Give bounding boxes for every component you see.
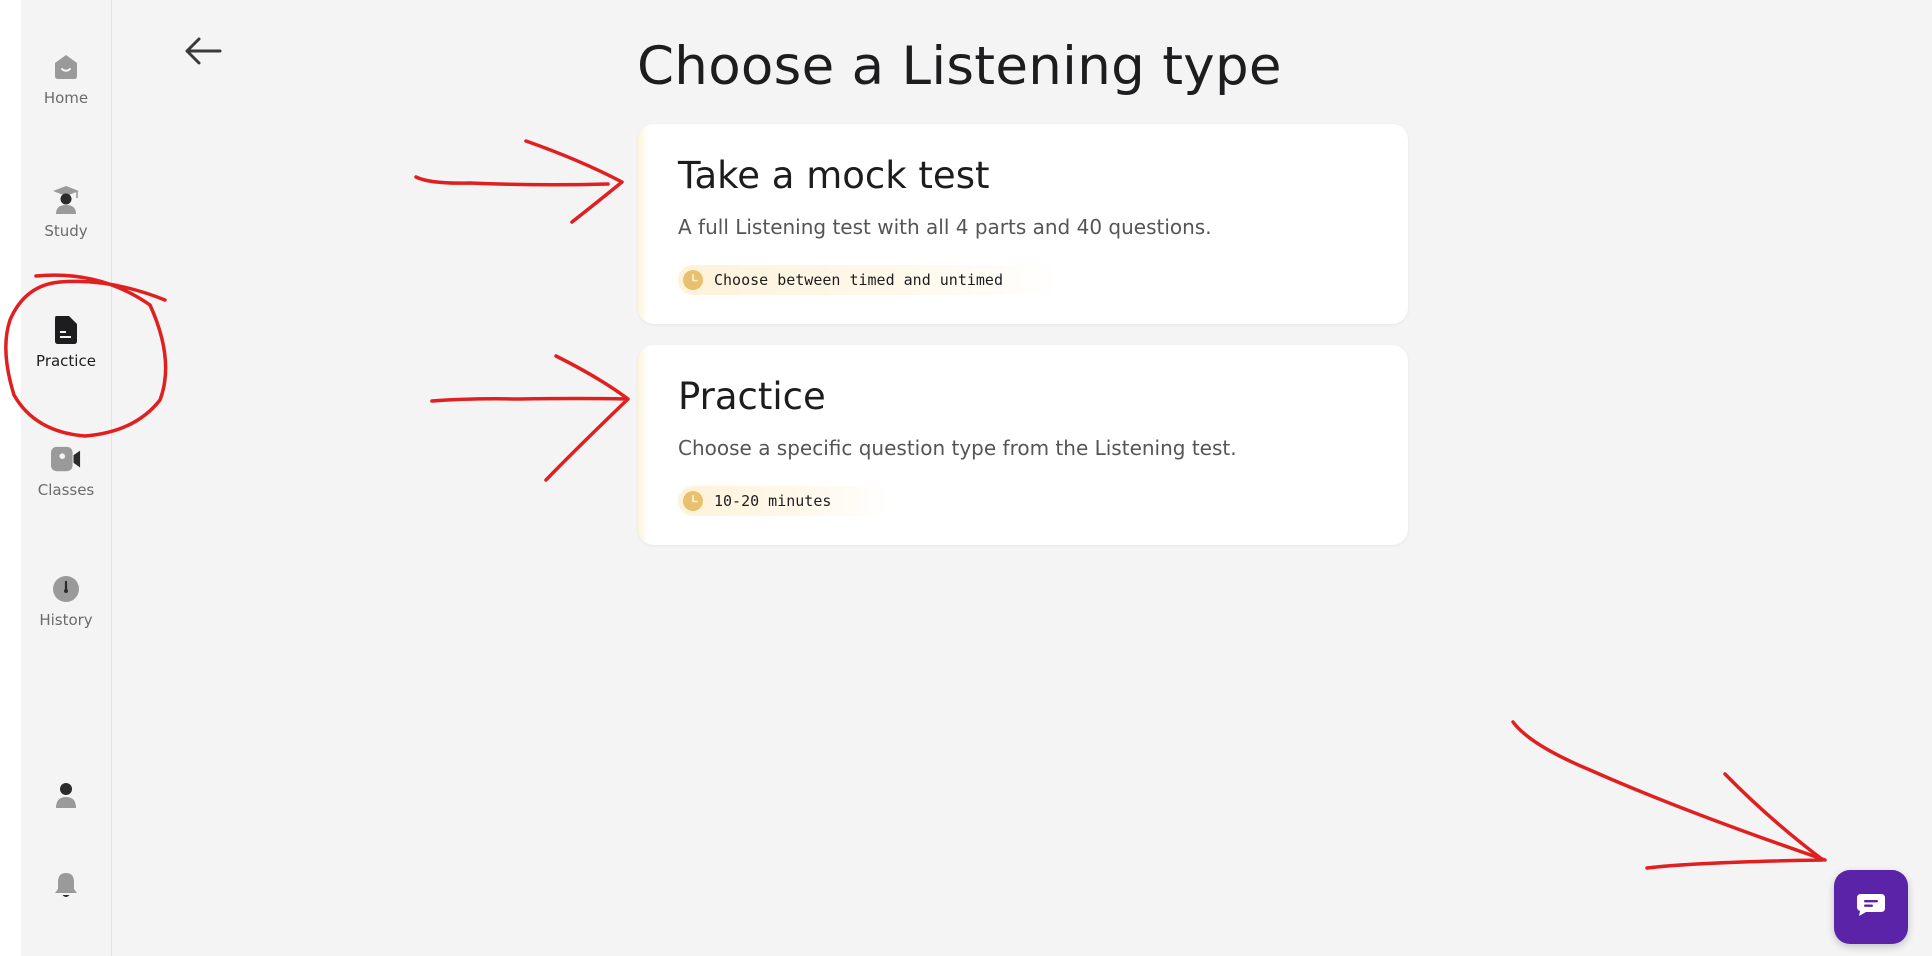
mock-test-card[interactable]: Take a mock test A full Listening test w… bbox=[638, 124, 1408, 324]
card-description: Choose a specific question type from the… bbox=[678, 436, 1237, 460]
sidebar-item-label: Practice bbox=[36, 352, 96, 370]
bell-icon bbox=[51, 870, 81, 900]
left-edge-strip bbox=[0, 0, 21, 956]
sidebar-item-profile[interactable] bbox=[21, 780, 111, 810]
graduation-cap-icon bbox=[51, 185, 81, 215]
sidebar-item-home[interactable]: Home bbox=[21, 52, 111, 107]
sidebar-item-classes[interactable]: Classes bbox=[21, 444, 111, 499]
annotation-arrow-chat bbox=[1511, 720, 1827, 870]
badge-text: Choose between timed and untimed bbox=[714, 271, 1003, 289]
practice-card[interactable]: Practice Choose a specific question type… bbox=[638, 345, 1408, 545]
sidebar-item-notifications[interactable] bbox=[21, 870, 111, 900]
home-icon bbox=[51, 52, 81, 82]
clock-icon bbox=[682, 490, 704, 512]
chat-icon bbox=[1856, 893, 1886, 921]
clock-icon bbox=[682, 269, 704, 291]
sidebar-item-study[interactable]: Study bbox=[21, 185, 111, 240]
duration-badge: Choose between timed and untimed bbox=[678, 265, 1063, 295]
sidebar-item-history[interactable]: History bbox=[21, 574, 111, 629]
arrow-left-icon bbox=[180, 37, 226, 73]
annotation-arrow-mock-test bbox=[414, 139, 624, 224]
video-camera-icon bbox=[51, 444, 81, 474]
card-description: A full Listening test with all 4 parts a… bbox=[678, 215, 1212, 239]
sidebar-item-practice[interactable]: Practice bbox=[21, 315, 111, 370]
sidebar-item-label: History bbox=[39, 611, 93, 629]
card-title: Take a mock test bbox=[678, 154, 990, 197]
sidebar-item-label: Home bbox=[43, 89, 89, 107]
chat-button[interactable] bbox=[1834, 870, 1908, 944]
card-title: Practice bbox=[678, 375, 826, 418]
duration-badge: 10-20 minutes bbox=[678, 486, 892, 516]
user-icon bbox=[51, 780, 81, 810]
sidebar-item-label: Study bbox=[44, 222, 88, 240]
back-button[interactable] bbox=[180, 33, 226, 69]
document-icon bbox=[51, 315, 81, 345]
sidebar-item-label: Classes bbox=[37, 481, 95, 499]
page-title: Choose a Listening type bbox=[637, 36, 1282, 97]
sidebar: Home Study Practice Classes History bbox=[21, 0, 112, 956]
badge-text: 10-20 minutes bbox=[714, 492, 832, 510]
annotation-arrow-practice bbox=[430, 354, 630, 482]
clock-icon bbox=[51, 574, 81, 604]
